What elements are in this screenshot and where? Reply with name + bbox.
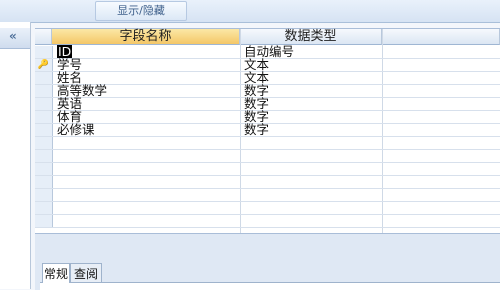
row-selector[interactable] [35,46,53,58]
row-selector-header[interactable] [35,29,52,45]
field-name-cell[interactable]: 姓名 [57,71,237,84]
field-name-text: ID [57,45,73,58]
data-type-cell[interactable]: 数字 [244,123,379,136]
table-row[interactable] [35,163,500,176]
table-row[interactable] [35,150,500,163]
row-selector[interactable] [35,98,53,110]
data-type-cell[interactable]: 文本 [244,71,379,84]
field-name-cell[interactable]: 必修课 [57,123,237,136]
table-row[interactable] [35,202,500,215]
field-name-cell[interactable]: 体育 [57,110,237,123]
row-selector[interactable] [35,202,53,214]
column-header-data-type[interactable]: 数据类型 [240,29,382,45]
ribbon: 显示/隐藏 [0,0,500,23]
tab-lookup[interactable]: 查阅 [70,263,102,283]
tab-general[interactable]: 常规 [42,263,70,283]
row-selector[interactable] [35,150,53,162]
column-header-description[interactable] [382,29,500,45]
row-selector[interactable] [35,215,53,227]
collapse-nav-button[interactable]: « [9,29,17,43]
field-name-cell[interactable]: 学号 [57,58,237,71]
row-selector[interactable] [35,137,53,149]
navigation-pane [0,22,31,289]
table-row[interactable] [35,137,500,150]
column-header-field-name[interactable]: 字段名称 [52,29,240,45]
table-row[interactable] [35,176,500,189]
row-selector[interactable] [35,163,53,175]
field-design-grid: 字段名称 数据类型 ID 自动编号 🔑 学号 文本 姓名 文本 高等数学 数字 … [35,28,500,234]
data-type-cell[interactable]: 数字 [244,84,379,97]
primary-key-icon: 🔑 [37,60,50,70]
table-row[interactable]: 必修课 数字 [35,123,500,137]
row-selector[interactable] [35,85,53,97]
row-selector[interactable]: 🔑 [35,59,53,71]
row-selector[interactable] [35,72,53,84]
data-type-cell[interactable]: 自动编号 [244,45,379,58]
field-name-cell[interactable]: 英语 [57,97,237,110]
row-selector[interactable] [35,176,53,188]
table-row[interactable] [35,215,500,228]
table-row[interactable] [35,189,500,202]
data-type-cell[interactable]: 数字 [244,97,379,110]
row-selector[interactable] [35,124,53,136]
data-type-cell[interactable]: 文本 [244,58,379,71]
show-hide-button[interactable]: 显示/隐藏 [95,1,187,21]
data-type-cell[interactable]: 数字 [244,110,379,123]
row-selector[interactable] [35,189,53,201]
field-name-cell[interactable]: ID [57,45,237,58]
row-selector[interactable] [35,111,53,123]
field-name-cell[interactable]: 高等数学 [57,84,237,97]
